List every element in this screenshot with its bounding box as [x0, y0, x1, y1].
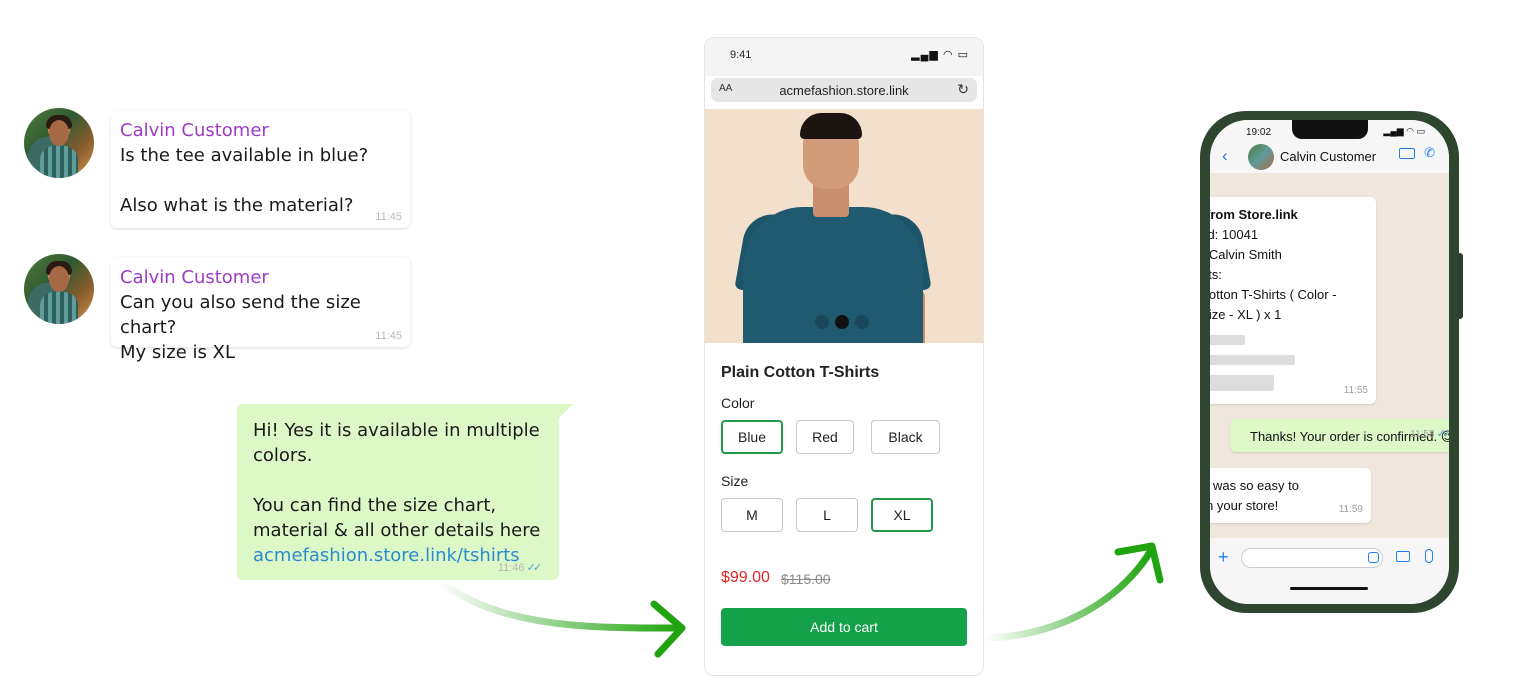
contact-avatar[interactable]	[1248, 144, 1274, 170]
skeleton-line	[1210, 335, 1245, 345]
reload-icon[interactable]: ↻	[957, 81, 969, 98]
back-icon[interactable]: ‹	[1222, 146, 1228, 166]
store-product-page: 9:41 ▂▄▆ ◠ ▭ AA acmefashion.store.link ↻…	[704, 37, 984, 676]
outgoing-message: Hi! Yes it is available in multiple colo…	[237, 404, 573, 580]
message-line: Also what is the material?	[120, 195, 354, 216]
message-time: 11:45	[375, 211, 402, 223]
incoming-message: Wow! it was so easy to shop on your stor…	[1210, 468, 1371, 523]
arrow-to-chat	[982, 548, 1154, 642]
message-time: 11:46 ✓✓	[497, 562, 543, 574]
size-option-l[interactable]: L	[796, 498, 858, 532]
camera-icon[interactable]	[1396, 551, 1410, 562]
add-to-cart-button[interactable]: Add to cart	[721, 608, 967, 646]
message-time: 11:59	[1338, 504, 1363, 515]
order-message: Order from Store.link Order Id: 10041 Na…	[1210, 197, 1376, 404]
carousel-dots[interactable]	[815, 315, 869, 329]
signal-wifi-battery-icon: ▂▄▆ ◠ ▭	[911, 49, 969, 61]
signal-wifi-battery-icon: ▂▄▆ ◠ ▭	[1383, 126, 1425, 136]
customer-avatar	[24, 108, 94, 178]
message-line: Can you also send the size chart?	[120, 292, 361, 338]
message-time: 11:45	[375, 330, 402, 342]
incoming-message: Calvin Customer Can you also send the si…	[104, 257, 410, 363]
address-bar[interactable]: AA acmefashion.store.link ↻	[711, 78, 977, 102]
sender-name: Calvin Customer	[120, 267, 269, 288]
double-check-icon: ✓✓	[1436, 428, 1449, 440]
size-label: Size	[721, 473, 749, 489]
home-indicator	[1290, 587, 1368, 590]
order-line: Name: Calvin Smith	[1210, 247, 1282, 262]
side-button	[1457, 253, 1463, 319]
carousel-dot[interactable]	[815, 315, 829, 329]
composer-bar: +	[1210, 538, 1449, 604]
message-time: 11:55	[1343, 385, 1368, 396]
incoming-message: Calvin Customer Is the tee available in …	[104, 110, 410, 228]
camera-notch	[1292, 120, 1368, 139]
message-time: 11:58 ✓✓	[1410, 428, 1449, 440]
order-title: Order from Store.link	[1210, 207, 1298, 222]
message-line: Wow! it was so easy to	[1210, 478, 1299, 493]
attach-plus-icon[interactable]: +	[1218, 547, 1229, 568]
status-bar: 9:41 ▂▄▆ ◠ ▭	[705, 38, 983, 76]
message-input[interactable]	[1241, 548, 1383, 568]
color-label: Color	[721, 395, 755, 411]
whatsapp-phone: 19:02 ▂▄▆ ◠ ▭ ‹ Calvin Customer ✆ Order …	[1200, 111, 1463, 613]
order-line: Blue, Size - XL ) x 1	[1210, 307, 1282, 322]
message-line	[253, 468, 543, 493]
color-option-black[interactable]: Black	[871, 420, 940, 454]
color-option-blue[interactable]: Blue	[721, 420, 783, 454]
order-line: Plain Cotton T-Shirts ( Color -	[1210, 287, 1337, 302]
sticker-icon[interactable]	[1368, 552, 1379, 563]
status-time: 9:41	[730, 49, 752, 61]
url-text: acmefashion.store.link	[779, 83, 909, 98]
whatsapp-screen: 19:02 ▂▄▆ ◠ ▭ ‹ Calvin Customer ✆ Order …	[1210, 120, 1449, 604]
message-line: My size is XL	[120, 342, 235, 363]
size-option-xl[interactable]: XL	[871, 498, 933, 532]
phone-call-icon[interactable]: ✆	[1424, 145, 1435, 161]
customer-avatar	[24, 254, 94, 324]
microphone-icon[interactable]	[1425, 549, 1433, 563]
color-option-red[interactable]: Red	[796, 420, 854, 454]
sale-price: $99.00	[721, 569, 770, 586]
video-call-icon[interactable]	[1399, 148, 1415, 159]
contact-name[interactable]: Calvin Customer	[1280, 149, 1376, 164]
message-line: material & all other details here	[253, 520, 541, 541]
confirmation-message: Thanks! Your order is confirmed. 😊 11:58…	[1230, 419, 1449, 452]
carousel-dot[interactable]	[835, 315, 849, 329]
skeleton-line	[1210, 375, 1274, 391]
message-line: colors.	[253, 445, 313, 466]
skeleton-line	[1210, 355, 1295, 365]
original-price: $115.00	[781, 571, 831, 587]
double-check-icon: ✓✓	[526, 562, 543, 574]
arrow-to-store	[434, 576, 684, 632]
message-line: Is the tee available in blue?	[120, 145, 369, 166]
message-line: Hi! Yes it is available in multiple	[253, 420, 540, 441]
sender-name: Calvin Customer	[120, 120, 269, 141]
order-line: Products:	[1210, 267, 1222, 282]
product-image[interactable]	[705, 109, 983, 343]
message-line	[120, 168, 394, 193]
status-time: 19:02	[1246, 127, 1272, 138]
message-line: You can find the size chart,	[253, 495, 497, 516]
size-option-m[interactable]: M	[721, 498, 783, 532]
order-line: Order Id: 10041	[1210, 227, 1259, 242]
carousel-dot[interactable]	[855, 315, 869, 329]
product-name: Plain Cotton T-Shirts	[721, 364, 880, 381]
